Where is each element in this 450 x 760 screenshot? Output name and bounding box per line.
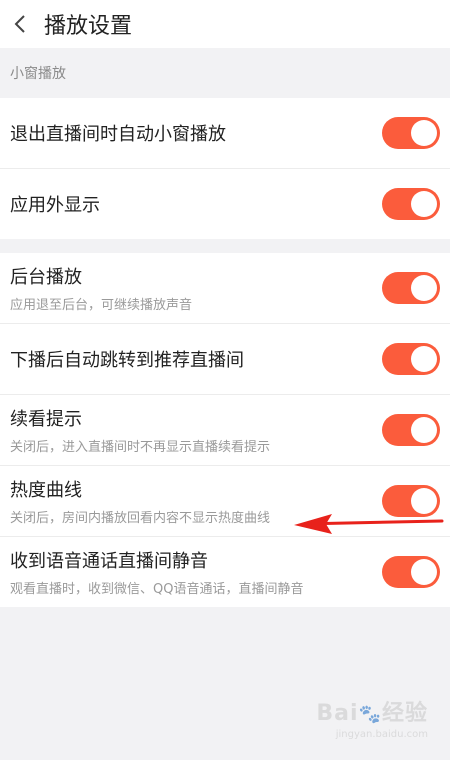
chevron-left-icon	[14, 15, 25, 33]
auto-mini-window-toggle[interactable]	[382, 117, 440, 149]
setting-row-continue-hint[interactable]: 续看提示 关闭后，进入直播间时不再显示直播续看提示	[0, 395, 450, 466]
setting-label: 后台播放	[10, 267, 82, 288]
setting-label: 下播后自动跳转到推荐直播间	[10, 350, 244, 371]
auto-jump-toggle[interactable]	[382, 343, 440, 375]
annotation-arrow-icon	[294, 514, 444, 534]
setting-label: 收到语音通话直播间静音	[10, 551, 208, 572]
settings-group-playback: 后台播放 应用退至后台，可继续播放声音 下播后自动跳转到推荐直播间 续看提示 关…	[0, 253, 450, 607]
back-button[interactable]	[2, 0, 38, 48]
setting-description: 关闭后，进入直播间时不再显示直播续看提示	[10, 440, 271, 455]
setting-row-mute-on-call[interactable]: 收到语音通话直播间静音 观看直播时，收到微信、QQ语音通话，直播间静音	[0, 537, 450, 607]
setting-row-auto-jump[interactable]: 下播后自动跳转到推荐直播间	[0, 324, 450, 395]
background-play-toggle[interactable]	[382, 272, 440, 304]
settings-group-mini-window: 退出直播间时自动小窗播放 应用外显示	[0, 98, 450, 239]
setting-label: 退出直播间时自动小窗播放	[10, 124, 226, 145]
section-label: 小窗播放	[10, 66, 66, 82]
setting-label: 续看提示	[10, 409, 82, 430]
setting-row-auto-mini-window[interactable]: 退出直播间时自动小窗播放	[0, 98, 450, 169]
setting-label: 应用外显示	[10, 195, 100, 216]
outside-app-toggle[interactable]	[382, 188, 440, 220]
continue-hint-toggle[interactable]	[382, 414, 440, 446]
setting-row-background-play[interactable]: 后台播放 应用退至后台，可继续播放声音	[0, 253, 450, 324]
page-title: 播放设置	[44, 14, 133, 39]
setting-label: 热度曲线	[10, 480, 82, 501]
setting-row-outside-app[interactable]: 应用外显示	[0, 169, 450, 239]
header-bar: 播放设置	[0, 0, 450, 48]
setting-description: 观看直播时，收到微信、QQ语音通话，直播间静音	[10, 582, 304, 597]
setting-description: 应用退至后台，可继续播放声音	[10, 298, 193, 313]
mute-on-call-toggle[interactable]	[382, 556, 440, 588]
setting-description: 关闭后，房间内播放回看内容不显示热度曲线	[10, 511, 271, 526]
watermark-logo: Bai🐾经验 jingyan.baidu.com	[316, 701, 428, 740]
